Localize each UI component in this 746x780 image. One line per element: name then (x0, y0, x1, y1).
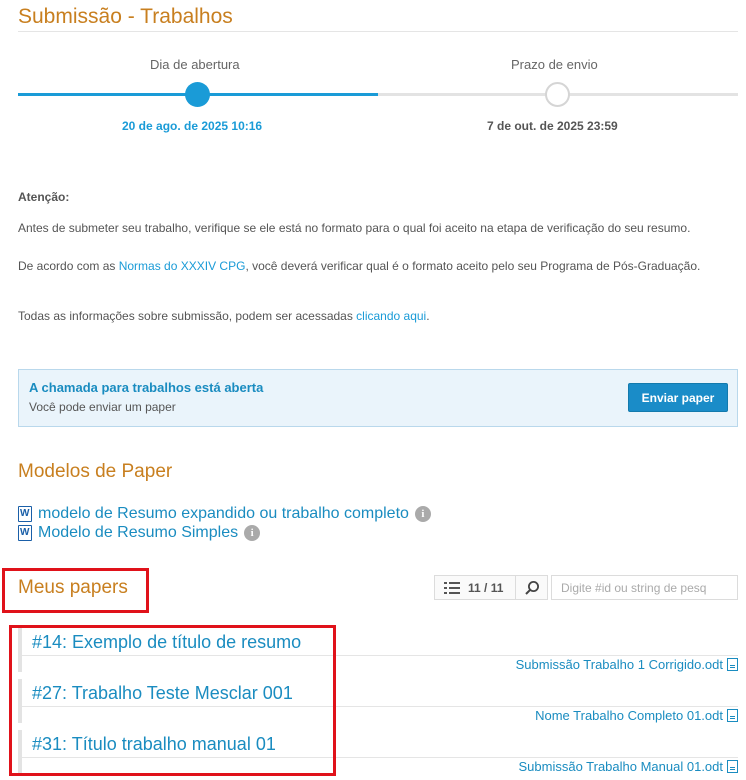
paper-file-link[interactable]: Nome Trabalho Completo 01.odt (535, 708, 738, 723)
paper-file-link[interactable]: Submissão Trabalho Manual 01.odt (518, 759, 738, 774)
model-expanded-abstract-link[interactable]: modelo de Resumo expandido ou trabalho c… (18, 504, 431, 524)
notice-paragraph-3: Todas as informações sobre submissão, po… (18, 307, 728, 326)
notice-paragraph-2: De acordo com as Normas do XXXIV CPG, vo… (18, 257, 728, 276)
opening-day-label: Dia de abertura (150, 57, 240, 72)
opening-date: 20 de ago. de 2025 10:16 (122, 119, 263, 133)
info-icon[interactable]: i (414, 506, 431, 522)
papers-count-value: 11 / 11 (468, 580, 504, 595)
call-open-alert: A chamada para trabalhos está aberta Voc… (18, 369, 738, 427)
paper-file-name[interactable]: Submissão Trabalho Manual 01.odt (518, 759, 723, 774)
notice-text: . (426, 309, 430, 323)
file-icon (727, 658, 738, 671)
search-icon (524, 580, 539, 595)
paper-file-name[interactable]: Submissão Trabalho 1 Corrigido.odt (516, 657, 723, 672)
call-open-title: A chamada para trabalhos está aberta (29, 380, 264, 395)
call-open-subtitle: Você pode enviar um paper (29, 400, 176, 414)
highlight-box-papers (9, 625, 336, 776)
submission-info-link[interactable]: clicando aqui (356, 309, 426, 323)
deadline-date: 7 de out. de 2025 23:59 (487, 119, 618, 133)
title-divider (18, 31, 738, 32)
paper-file-link[interactable]: Submissão Trabalho 1 Corrigido.odt (516, 657, 738, 672)
deadline-label: Prazo de envio (511, 57, 598, 72)
notice-text: , você deverá verificar qual é o formato… (245, 259, 701, 273)
info-icon[interactable]: i (244, 525, 261, 541)
word-doc-icon (18, 525, 32, 541)
cpg-rules-link[interactable]: Normas do XXXIV CPG (119, 259, 246, 273)
page-title: Submissão - Trabalhos (18, 5, 233, 28)
notice-text: Todas as informações sobre submissão, po… (18, 309, 357, 323)
file-icon (727, 709, 738, 722)
list-icon (444, 581, 460, 595)
word-doc-icon (18, 506, 32, 522)
attention-heading: Atenção: (18, 190, 70, 204)
model-simple-abstract-link[interactable]: Modelo de Resumo Simples i (18, 523, 261, 543)
file-icon (727, 760, 738, 773)
timeline-open-marker (185, 82, 210, 107)
notice-paragraph-1: Antes de submeter seu trabalho, verifiqu… (18, 221, 691, 235)
timeline-deadline-marker (545, 82, 570, 107)
notice-text: De acordo com as (18, 259, 119, 273)
paper-file-name[interactable]: Nome Trabalho Completo 01.odt (535, 708, 723, 723)
paper-search-input[interactable] (551, 575, 738, 600)
papers-count: 11 / 11 (434, 575, 516, 600)
model-link-label[interactable]: modelo de Resumo expandido ou trabalho c… (38, 505, 409, 523)
highlight-box-heading (2, 568, 149, 613)
model-link-label[interactable]: Modelo de Resumo Simples (38, 524, 238, 542)
paper-models-heading: Modelos de Paper (18, 461, 173, 482)
send-paper-button[interactable]: Enviar paper (628, 383, 728, 412)
search-button[interactable] (516, 575, 548, 600)
